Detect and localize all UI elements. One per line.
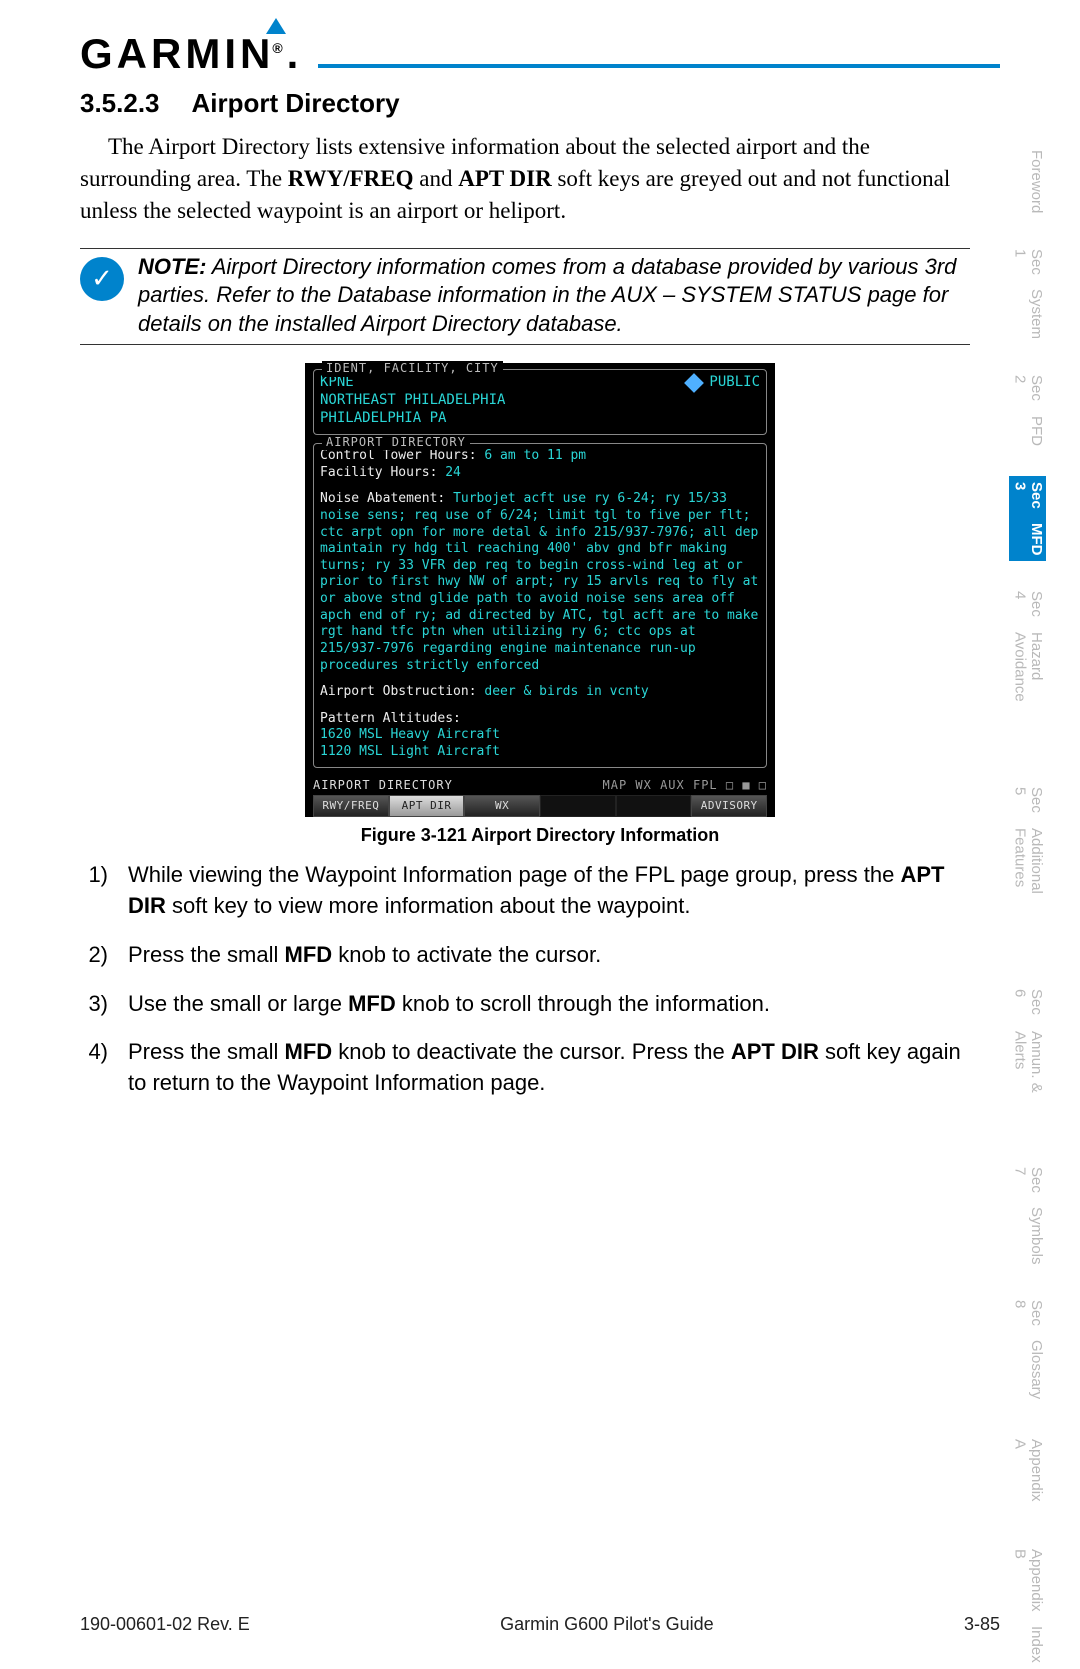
step-item: 2) Press the small MFD knob to activate t… — [80, 940, 970, 971]
mfd-screen: IDENT, FACILITY, CITY KPNE PUBLIC NORTHE… — [305, 363, 775, 817]
footer-right: 3-85 — [964, 1614, 1000, 1635]
step-text: Use the small or large MFD knob to scrol… — [128, 989, 970, 1020]
ident-box: IDENT, FACILITY, CITY KPNE PUBLIC NORTHE… — [313, 369, 767, 435]
section-tab[interactable]: Sec 2 PFD — [1009, 369, 1046, 451]
section-tab-line2: Symbols — [1011, 1207, 1044, 1265]
obstruction-value: deer & birds in vcnty — [484, 684, 648, 699]
softkey-row: RWY/FREQ APT DIR WX ADVISORY — [313, 795, 767, 817]
facility-name: NORTHEAST PHILADELPHIA — [320, 392, 760, 410]
section-tab[interactable]: Foreword — [1009, 140, 1046, 219]
step-number: 2) — [80, 940, 108, 971]
softkey-rwyfreq[interactable]: RWY/FREQ — [313, 795, 389, 817]
noise-label: Noise Abatement: — [320, 491, 445, 506]
screen-footer-right: MAP WX AUX FPL □ ■ □ — [603, 778, 768, 793]
section-tab-line2: Appendix A — [1011, 1439, 1044, 1513]
section-tab-line1: Sec 2 — [1011, 375, 1044, 411]
ident-value: KPNE — [320, 374, 354, 392]
ident-legend: IDENT, FACILITY, CITY — [322, 361, 503, 376]
facility-hours-value: 24 — [445, 465, 461, 480]
section-tab-line2: MFD — [1011, 523, 1044, 556]
step-item: 3) Use the small or large MFD knob to scr… — [80, 989, 970, 1020]
step-number: 3) — [80, 989, 108, 1020]
section-tab[interactable]: Sec 1 System — [1009, 243, 1046, 345]
step-number: 4) — [80, 1037, 108, 1099]
softkey-blank-1 — [540, 795, 616, 817]
heading-title: Airport Directory — [192, 88, 400, 118]
pattern-alt-1: 1620 MSL Heavy Aircraft — [320, 727, 760, 744]
heading-number: 3.5.2.3 — [80, 88, 160, 118]
section-tab[interactable]: Sec 5 Additional Features — [1009, 781, 1046, 960]
section-heading: 3.5.2.3 Airport Directory — [80, 88, 1000, 119]
note-body: Airport Directory information comes from… — [138, 254, 956, 336]
page-footer: 190-00601-02 Rev. E Garmin G600 Pilot's … — [80, 1614, 1000, 1635]
section-tab-line1: Appendix B — [1011, 1549, 1044, 1623]
note-callout: ✓ NOTE: Airport Directory information co… — [80, 248, 970, 346]
section-tab-line2: Hazard Avoidance — [1011, 632, 1044, 750]
section-tab[interactable]: Sec 4 Hazard Avoidance — [1009, 585, 1046, 756]
facility-hours-label: Facility Hours: — [320, 465, 437, 480]
screen-footer: AIRPORT DIRECTORY MAP WX AUX FPL □ ■ □ — [313, 776, 767, 793]
footer-center: Garmin G600 Pilot's Guide — [500, 1614, 714, 1635]
section-tab-line2: Index — [1011, 1626, 1044, 1663]
pattern-alt-2: 1120 MSL Light Aircraft — [320, 744, 760, 761]
screen-footer-left: AIRPORT DIRECTORY — [313, 778, 603, 793]
softkey-blank-2 — [616, 795, 692, 817]
section-tab-line1: Sec 3 — [1011, 482, 1044, 519]
section-tabs: Foreword Sec 1 System Sec 2 PFD Sec 3 MFD Sec 4… — [1009, 140, 1046, 1669]
step-text: Press the small MFD knob to activate the… — [128, 940, 970, 971]
section-tab-line1: Sec 4 — [1011, 591, 1044, 628]
section-tab-line2: Annun. & Alerts — [1011, 1031, 1044, 1131]
brand-text: GARMIN — [80, 30, 274, 77]
noise-value: Turbojet acft use ry 6-24; ry 15/33 nois… — [320, 491, 758, 672]
section-tab-line2: System — [1011, 289, 1044, 339]
step-number: 1) — [80, 860, 108, 922]
section-tab-line1: Sec 8 — [1011, 1300, 1044, 1336]
public-badge: PUBLIC — [687, 374, 760, 392]
figure-caption: Figure 3-121 Airport Directory Informati… — [80, 825, 1000, 846]
section-tab[interactable]: Sec 7 Symbols — [1009, 1161, 1046, 1270]
directory-box: AIRPORT DIRECTORY Control Tower Hours: 6… — [313, 443, 767, 768]
softkey-wx[interactable]: WX — [464, 795, 540, 817]
pattern-label: Pattern Altitudes: — [320, 711, 760, 728]
section-tab[interactable]: Appendix BIndex — [1009, 1543, 1046, 1669]
section-tab-line1: Sec 7 — [1011, 1167, 1044, 1203]
step-text: Press the small MFD knob to deactivate t… — [128, 1037, 970, 1099]
figure: IDENT, FACILITY, CITY KPNE PUBLIC NORTHE… — [80, 363, 1000, 846]
note-text: NOTE: Airport Directory information come… — [138, 253, 970, 339]
public-label: PUBLIC — [709, 374, 760, 392]
softkey-advisory[interactable]: ADVISORY — [691, 795, 767, 817]
garmin-triangle-icon — [266, 18, 286, 34]
intro-paragraph: The Airport Directory lists extensive in… — [80, 131, 1000, 228]
section-tab-line1: Sec 6 — [1011, 989, 1044, 1026]
header: GARMIN®. — [80, 30, 1000, 78]
procedure-steps: 1) While viewing the Waypoint Information… — [80, 860, 1000, 1099]
section-tab[interactable]: Sec 6 Annun. & Alerts — [1009, 983, 1046, 1137]
section-tab-line1: Sec 1 — [1011, 249, 1044, 285]
header-rule — [318, 64, 1000, 68]
tower-value: 6 am to 11 pm — [484, 448, 586, 463]
softkey-aptdir[interactable]: APT DIR — [389, 795, 465, 817]
garmin-logo: GARMIN®. — [80, 30, 308, 78]
note-label: NOTE: — [138, 254, 206, 279]
section-tab-line1: Sec 5 — [1011, 787, 1044, 824]
section-tab-line2: Additional Features — [1011, 828, 1044, 954]
step-text: While viewing the Waypoint Information p… — [128, 860, 970, 922]
checkmark-icon: ✓ — [80, 257, 124, 301]
section-tab[interactable]: Sec 8 Glossary — [1009, 1294, 1046, 1405]
section-tab[interactable]: Sec 3 MFD — [1009, 476, 1046, 562]
section-tab-line2: Foreword — [1011, 150, 1044, 213]
airport-icon — [685, 373, 705, 393]
step-item: 1) While viewing the Waypoint Information… — [80, 860, 970, 922]
obstruction-label: Airport Obstruction: — [320, 684, 477, 699]
section-tab[interactable]: Appendix A — [1009, 1429, 1046, 1519]
section-tab-line2: PFD — [1011, 416, 1044, 446]
city-name: PHILADELPHIA PA — [320, 410, 760, 428]
step-item: 4) Press the small MFD knob to deactivate… — [80, 1037, 970, 1099]
section-tab-line2: Glossary — [1011, 1340, 1044, 1399]
directory-legend: AIRPORT DIRECTORY — [322, 435, 470, 450]
footer-left: 190-00601-02 Rev. E — [80, 1614, 250, 1635]
